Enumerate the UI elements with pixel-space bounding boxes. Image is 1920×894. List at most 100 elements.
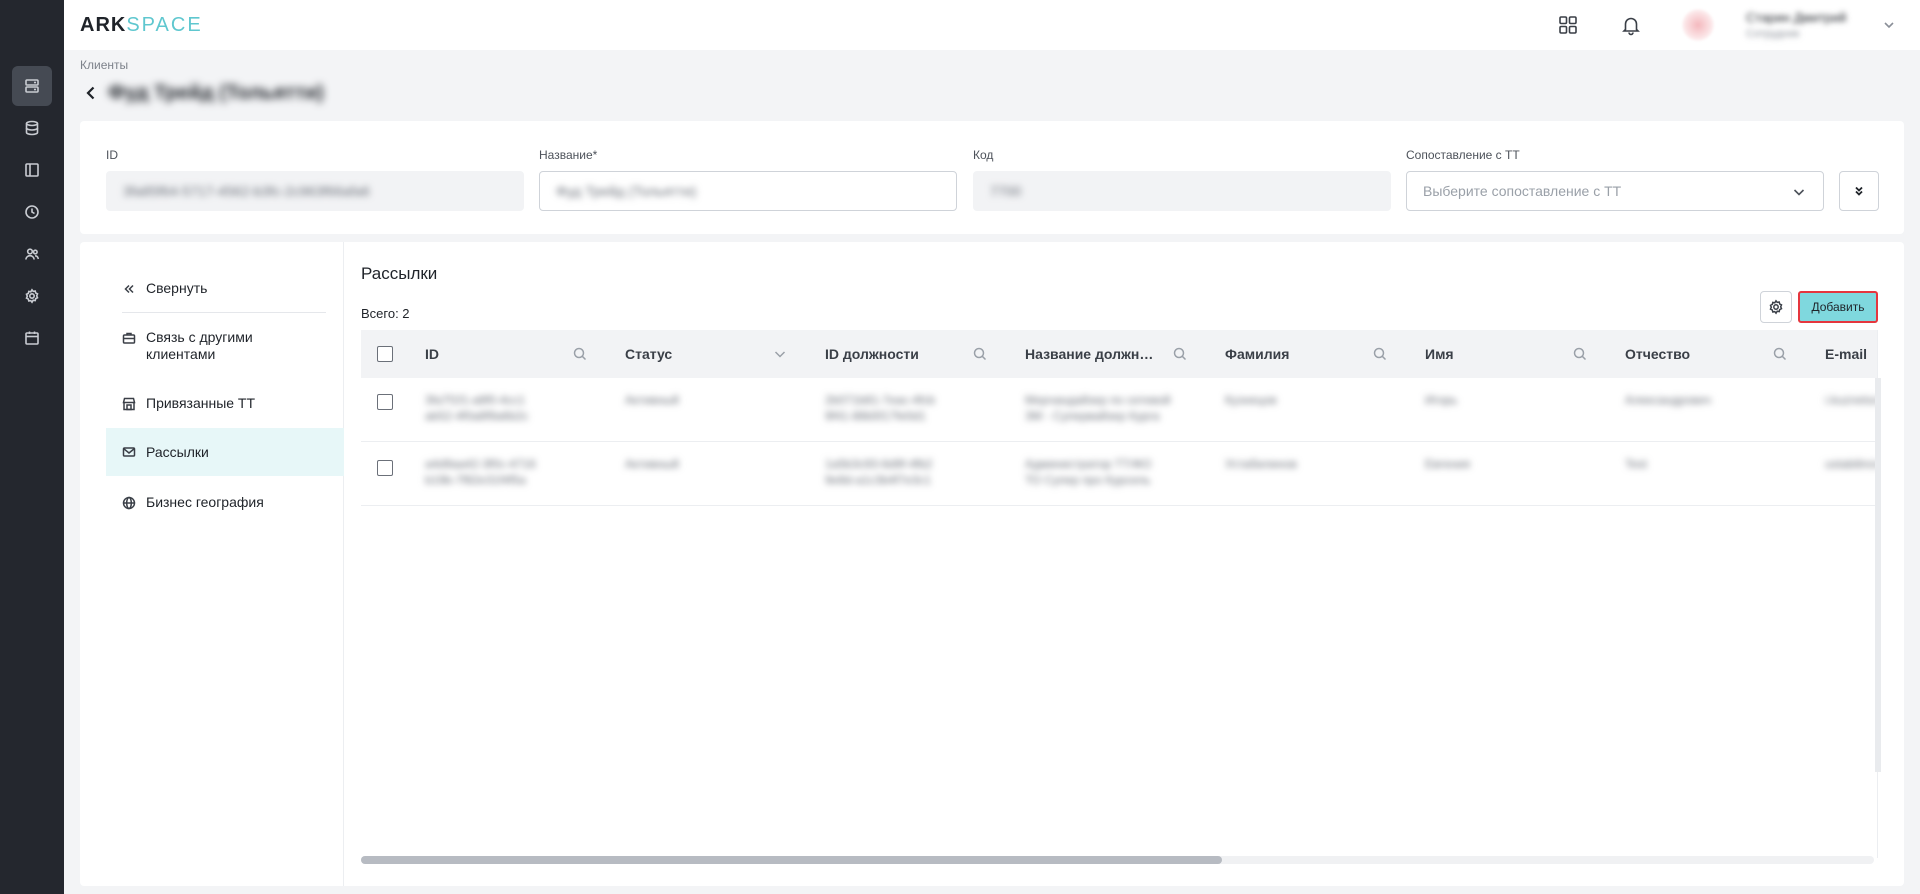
database-icon bbox=[25, 120, 39, 136]
column-status-filter[interactable] bbox=[772, 346, 788, 362]
cell-status: Активный bbox=[625, 393, 679, 407]
section-sidebar: Свернуть Связь с другими клиентами Привя… bbox=[80, 242, 344, 886]
cell-line: 9e8d-a1c3b4f7e3c1 bbox=[825, 473, 932, 487]
calendar-icon bbox=[25, 331, 39, 345]
column-first-name-search[interactable] bbox=[1572, 346, 1588, 362]
column-position-id-search[interactable] bbox=[972, 346, 988, 362]
nav-settings[interactable] bbox=[12, 276, 52, 316]
sidebar-item-business-geo[interactable]: Бизнес география bbox=[106, 494, 344, 511]
mailings-table: ID Статус ID должности Название должн… Ф… bbox=[361, 330, 1878, 858]
user-name[interactable]: Старин Дмитрий bbox=[1746, 10, 1846, 25]
tt-mapping-select[interactable]: Выберите сопоставление с ТТ bbox=[1406, 171, 1824, 211]
table-settings-button[interactable] bbox=[1760, 291, 1792, 323]
user-menu-chevron[interactable] bbox=[1882, 18, 1896, 32]
horizontal-scrollbar-thumb[interactable] bbox=[361, 856, 1222, 864]
vertical-scrollbar[interactable] bbox=[1875, 378, 1881, 772]
column-position-name-search[interactable] bbox=[1172, 346, 1188, 362]
gear-icon bbox=[1769, 299, 1783, 315]
id-value: 3fa85f64-5717-4562-b3fc-2c963f66afa6 bbox=[123, 183, 370, 199]
table-row[interactable]: 3fa7f1f1-a8f0-4cc1 ab52-4f0a8f9a6b2c Акти… bbox=[361, 378, 1877, 442]
chevron-down-icon bbox=[1793, 189, 1805, 196]
chevron-down-icon bbox=[1884, 22, 1894, 29]
sidebar-divider bbox=[122, 312, 326, 313]
nav-database[interactable] bbox=[12, 108, 52, 148]
column-middle-name-search[interactable] bbox=[1772, 346, 1788, 362]
nav-history[interactable] bbox=[12, 192, 52, 232]
table-header: ID Статус ID должности Название должн… Ф… bbox=[361, 330, 1877, 378]
apps-grid-button[interactable] bbox=[1556, 13, 1580, 37]
search-icon bbox=[1373, 347, 1387, 361]
code-field: 7700 bbox=[973, 171, 1391, 211]
sidebar-item-label: Привязанные ТТ bbox=[146, 395, 256, 411]
cell-line: 9f41-88b5f17fe0d1 bbox=[825, 409, 926, 423]
double-chevron-left-icon bbox=[122, 282, 136, 296]
column-position-id[interactable]: ID должности bbox=[825, 330, 919, 378]
nav-calendar[interactable] bbox=[12, 318, 52, 358]
table-row[interactable]: a4d9aa42-3f0c-4716 b19b-7f82e31f4f5a Акти… bbox=[361, 442, 1877, 506]
cell-line: 3fa7f1f1-a8f0-4cc1 bbox=[425, 393, 526, 407]
id-label: ID bbox=[106, 148, 118, 162]
cell-line: b19b-7f82e31f4f5a bbox=[425, 473, 526, 487]
nav-documents[interactable] bbox=[12, 66, 52, 106]
cell-line: a4d9aa42-3f0c-4716 bbox=[425, 457, 536, 471]
code-label: Код bbox=[973, 148, 994, 162]
sidebar-item-client-links[interactable]: Связь с другими клиентами bbox=[106, 329, 344, 363]
logo-text-ark: ARK bbox=[80, 14, 127, 36]
name-value: Фуд Трейд (Тольятти) bbox=[556, 183, 697, 199]
cell-line: Администратор ТТ/ФО bbox=[1025, 457, 1152, 471]
app-logo[interactable]: ARKSPACE bbox=[80, 14, 203, 37]
search-icon bbox=[1573, 347, 1587, 361]
tt-mapping-placeholder: Выберите сопоставление с ТТ bbox=[1423, 183, 1622, 199]
sidebar-item-label: Связь с другими клиентами bbox=[146, 329, 253, 362]
sidebar-item-linked-tt[interactable]: Привязанные ТТ bbox=[106, 395, 344, 412]
double-chevron-down-icon bbox=[1855, 186, 1863, 196]
column-id[interactable]: ID bbox=[425, 330, 439, 378]
nav-book[interactable] bbox=[12, 150, 52, 190]
top-header: ARKSPACE Старин Дмитрий Сотрудник bbox=[64, 0, 1920, 50]
column-last-name-search[interactable] bbox=[1372, 346, 1388, 362]
column-id-search[interactable] bbox=[572, 346, 588, 362]
column-first-name[interactable]: Имя bbox=[1425, 330, 1454, 378]
breadcrumb[interactable]: Клиенты bbox=[80, 58, 128, 72]
collapse-sidebar-button[interactable]: Свернуть bbox=[106, 280, 344, 297]
store-icon bbox=[122, 397, 136, 411]
sidebar-item-label: Бизнес география bbox=[146, 494, 264, 510]
briefcase-icon bbox=[122, 331, 136, 345]
avatar[interactable] bbox=[1682, 9, 1714, 41]
collapse-label: Свернуть bbox=[146, 280, 208, 296]
nav-users[interactable] bbox=[12, 234, 52, 274]
cell-position-name: Администратор ТТ/ФО ТО Супер про Курсель bbox=[1025, 456, 1151, 488]
add-button[interactable]: Добавить bbox=[1798, 291, 1878, 323]
sidebar-item-mailings[interactable]: Рассылки bbox=[106, 428, 344, 476]
cell-status: Активный bbox=[625, 457, 679, 471]
row-checkbox[interactable] bbox=[377, 460, 393, 476]
expand-form-button[interactable] bbox=[1839, 171, 1879, 211]
select-chevron bbox=[1791, 184, 1807, 200]
column-middle-name[interactable]: Отчество bbox=[1625, 330, 1690, 378]
select-all-checkbox[interactable] bbox=[377, 346, 393, 362]
client-details-card: Свернуть Связь с другими клиентами Привя… bbox=[80, 242, 1904, 886]
cell-first-name: Игорь bbox=[1425, 393, 1458, 407]
id-field: 3fa85f64-5717-4562-b3fc-2c963f66afa6 bbox=[106, 171, 524, 211]
section-title: Рассылки bbox=[361, 264, 438, 283]
column-status[interactable]: Статус bbox=[625, 330, 672, 378]
cell-first-name: Евгения bbox=[1425, 457, 1470, 471]
column-position-name[interactable]: Название должн… bbox=[1025, 330, 1153, 378]
cell-last-name: Кузнецов bbox=[1225, 393, 1277, 407]
book-icon bbox=[25, 163, 39, 177]
clock-icon bbox=[25, 205, 39, 219]
user-role: Сотрудник bbox=[1746, 28, 1800, 40]
row-checkbox[interactable] bbox=[377, 394, 393, 410]
cell-line: 1a5b3c93-6d9f-4fb2 bbox=[825, 457, 933, 471]
name-field[interactable]: Фуд Трейд (Тольятти) bbox=[539, 171, 957, 211]
cell-line: ab52-4f0a8f9a6b2c bbox=[425, 409, 529, 423]
apps-grid-icon bbox=[1559, 16, 1577, 34]
column-last-name[interactable]: Фамилия bbox=[1225, 330, 1289, 378]
cell-position-name: Мерчандайзер по сетевой ЗМ - Супервайзер … bbox=[1025, 392, 1171, 424]
documents-icon bbox=[25, 79, 39, 93]
name-label: Название* bbox=[539, 148, 598, 162]
search-icon bbox=[973, 347, 987, 361]
notifications-button[interactable] bbox=[1619, 13, 1643, 37]
column-email[interactable]: E-mail bbox=[1825, 330, 1867, 378]
back-button[interactable] bbox=[82, 84, 100, 102]
